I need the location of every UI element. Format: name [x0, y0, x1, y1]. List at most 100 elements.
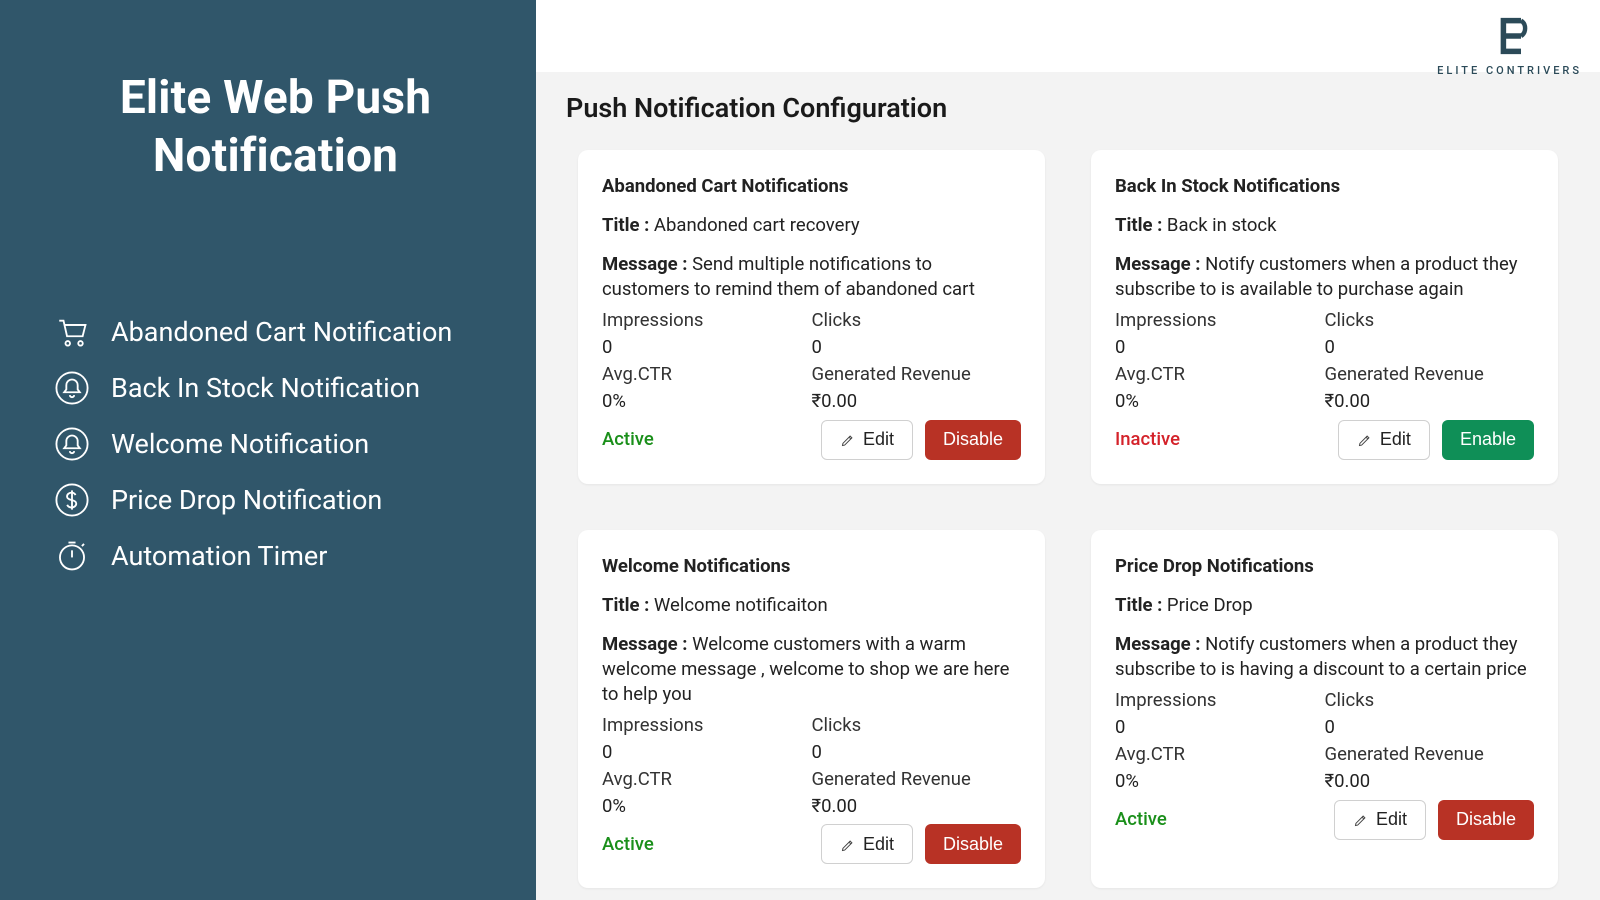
- avgctr-label: Avg.CTR: [602, 362, 812, 387]
- card-heading: Back In Stock Notifications: [1115, 174, 1534, 199]
- card-message-row: Message : Send multiple notifications to…: [602, 252, 1021, 302]
- main-panel: ELITE CONTRIVERS Push Notification Confi…: [536, 0, 1600, 900]
- impressions-value: 0: [602, 740, 812, 765]
- card-action-group: Edit Disable: [1334, 800, 1534, 840]
- disable-button[interactable]: Disable: [1438, 800, 1534, 840]
- impressions-value: 0: [1115, 715, 1325, 740]
- impressions-value: 0: [602, 335, 812, 360]
- edit-label: Edit: [1380, 429, 1411, 450]
- notification-card: Welcome Notifications Title : Welcome no…: [578, 530, 1045, 889]
- title-value: Welcome notificaiton: [654, 594, 828, 616]
- clicks-label: Clicks: [812, 713, 1022, 738]
- pencil-icon: [840, 837, 855, 852]
- card-stats: Impressions Clicks 0 0 Avg.CTR Generated…: [1115, 688, 1534, 794]
- cards-grid: Abandoned Cart Notifications Title : Aba…: [536, 150, 1600, 888]
- app-title: Elite Web Push Notification: [55, 70, 496, 185]
- clicks-value: 0: [1325, 715, 1535, 740]
- pencil-icon: [840, 432, 855, 447]
- edit-button[interactable]: Edit: [1334, 800, 1426, 840]
- avgctr-label: Avg.CTR: [1115, 362, 1325, 387]
- sidebar: Elite Web Push Notification Abandoned Ca…: [0, 0, 536, 900]
- avgctr-value: 0%: [1115, 769, 1325, 794]
- impressions-label: Impressions: [602, 713, 812, 738]
- page-title: Push Notification Configuration: [536, 72, 1600, 150]
- status-badge: Inactive: [1115, 427, 1180, 452]
- avgctr-label: Avg.CTR: [1115, 742, 1325, 767]
- message-label: Message :: [1115, 633, 1205, 655]
- card-message-row: Message : Notify customers when a produc…: [1115, 252, 1534, 302]
- impressions-label: Impressions: [602, 308, 812, 333]
- revenue-label: Generated Revenue: [812, 767, 1022, 792]
- notification-card: Abandoned Cart Notifications Title : Aba…: [578, 150, 1045, 484]
- sidebar-item-label: Welcome Notification: [111, 428, 369, 460]
- sidebar-item-welcome[interactable]: Welcome Notification: [55, 427, 496, 461]
- revenue-label: Generated Revenue: [812, 362, 1022, 387]
- currency-icon: [55, 483, 89, 517]
- brand-name: ELITE CONTRIVERS: [1437, 64, 1582, 77]
- bell-alert-icon: [55, 371, 89, 405]
- edit-button[interactable]: Edit: [821, 420, 913, 460]
- title-label: Title :: [1115, 594, 1167, 616]
- card-stats: Impressions Clicks 0 0 Avg.CTR Generated…: [602, 713, 1021, 819]
- sidebar-item-label: Automation Timer: [111, 540, 327, 572]
- revenue-value: ₹0.00: [1325, 389, 1535, 414]
- impressions-value: 0: [1115, 335, 1325, 360]
- card-title-row: Title : Back in stock: [1115, 213, 1534, 238]
- pencil-icon: [1357, 432, 1372, 447]
- sidebar-item-abandoned-cart[interactable]: Abandoned Cart Notification: [55, 315, 496, 349]
- card-footer: Active Edit Disable: [602, 420, 1021, 460]
- sidebar-item-back-in-stock[interactable]: Back In Stock Notification: [55, 371, 496, 405]
- card-action-group: Edit Enable: [1338, 420, 1534, 460]
- card-action-group: Edit Disable: [821, 824, 1021, 864]
- card-footer: Active Edit Disable: [602, 824, 1021, 864]
- edit-button[interactable]: Edit: [821, 824, 913, 864]
- brand-logo: ELITE CONTRIVERS: [1437, 14, 1582, 77]
- revenue-value: ₹0.00: [1325, 769, 1535, 794]
- card-message-row: Message : Notify customers when a produc…: [1115, 632, 1534, 682]
- title-label: Title :: [602, 594, 654, 616]
- card-heading: Price Drop Notifications: [1115, 554, 1534, 579]
- sidebar-item-price-drop[interactable]: Price Drop Notification: [55, 483, 496, 517]
- sidebar-item-label: Back In Stock Notification: [111, 372, 420, 404]
- clicks-value: 0: [812, 335, 1022, 360]
- bell-icon: [55, 427, 89, 461]
- card-heading: Abandoned Cart Notifications: [602, 174, 1021, 199]
- avgctr-value: 0%: [602, 389, 812, 414]
- card-title-row: Title : Price Drop: [1115, 593, 1534, 618]
- impressions-label: Impressions: [1115, 688, 1325, 713]
- clicks-label: Clicks: [812, 308, 1022, 333]
- revenue-value: ₹0.00: [812, 389, 1022, 414]
- revenue-label: Generated Revenue: [1325, 742, 1535, 767]
- card-message-row: Message : Welcome customers with a warm …: [602, 632, 1021, 707]
- avgctr-value: 0%: [1115, 389, 1325, 414]
- disable-button[interactable]: Disable: [925, 824, 1021, 864]
- edit-label: Edit: [1376, 809, 1407, 830]
- clicks-label: Clicks: [1325, 308, 1535, 333]
- card-title-row: Title : Welcome notificaiton: [602, 593, 1021, 618]
- status-badge: Active: [1115, 807, 1167, 832]
- status-badge: Active: [602, 832, 654, 857]
- clicks-value: 0: [1325, 335, 1535, 360]
- card-stats: Impressions Clicks 0 0 Avg.CTR Generated…: [602, 308, 1021, 414]
- clicks-label: Clicks: [1325, 688, 1535, 713]
- cart-icon: [55, 315, 89, 349]
- revenue-label: Generated Revenue: [1325, 362, 1535, 387]
- avgctr-value: 0%: [602, 794, 812, 819]
- card-action-group: Edit Disable: [821, 420, 1021, 460]
- title-value: Back in stock: [1167, 214, 1277, 236]
- enable-button[interactable]: Enable: [1442, 420, 1534, 460]
- sidebar-item-automation-timer[interactable]: Automation Timer: [55, 539, 496, 573]
- edit-label: Edit: [863, 834, 894, 855]
- edit-button[interactable]: Edit: [1338, 420, 1430, 460]
- title-value: Price Drop: [1167, 594, 1253, 616]
- stopwatch-icon: [55, 539, 89, 573]
- card-footer: Active Edit Disable: [1115, 800, 1534, 840]
- disable-button[interactable]: Disable: [925, 420, 1021, 460]
- impressions-label: Impressions: [1115, 308, 1325, 333]
- card-title-row: Title : Abandoned cart recovery: [602, 213, 1021, 238]
- sidebar-nav: Abandoned Cart Notification Back In Stoc…: [55, 315, 496, 573]
- message-label: Message :: [1115, 253, 1205, 275]
- card-stats: Impressions Clicks 0 0 Avg.CTR Generated…: [1115, 308, 1534, 414]
- edit-label: Edit: [863, 429, 894, 450]
- card-footer: Inactive Edit Enable: [1115, 420, 1534, 460]
